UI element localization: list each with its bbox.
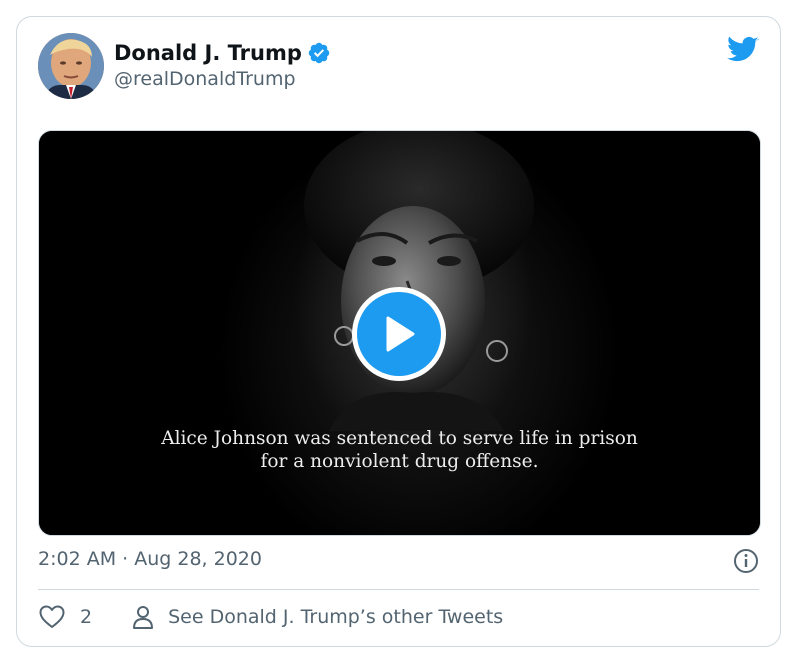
avatar-image (38, 33, 104, 99)
play-button[interactable] (352, 287, 446, 381)
video-caption-line-1: Alice Johnson was sentenced to serve lif… (161, 428, 638, 449)
twitter-bird-icon[interactable] (727, 36, 759, 64)
tweet-card: Donald J. Trump @realDonaldTrump Alice J… (16, 16, 781, 647)
tweet-actions: 2 See Donald J. Trump’s other Tweets (38, 602, 503, 632)
verified-badge-icon (308, 42, 330, 64)
author-handle[interactable]: @realDonaldTrump (114, 68, 296, 90)
person-icon (133, 606, 154, 629)
author-name-row[interactable]: Donald J. Trump (114, 39, 331, 67)
divider (38, 589, 759, 590)
tweet-timestamp[interactable]: 2:02 AM · Aug 28, 2020 (38, 548, 262, 570)
like-count: 2 (80, 606, 93, 628)
video-caption: Alice Johnson was sentenced to serve lif… (39, 427, 760, 473)
see-other-tweets-label[interactable]: See Donald J. Trump’s other Tweets (168, 606, 503, 628)
video-portrait (304, 131, 534, 431)
heart-icon[interactable] (38, 604, 66, 630)
info-icon[interactable] (733, 548, 759, 574)
play-button-inner (357, 292, 441, 376)
see-other-tweets-link[interactable]: See Donald J. Trump’s other Tweets (132, 605, 503, 629)
author-display-name[interactable]: Donald J. Trump (114, 41, 302, 65)
video-player[interactable]: Alice Johnson was sentenced to serve lif… (38, 130, 761, 536)
avatar[interactable] (38, 33, 104, 99)
play-icon (386, 316, 415, 352)
video-caption-line-2: for a nonviolent drug offense. (260, 451, 539, 472)
